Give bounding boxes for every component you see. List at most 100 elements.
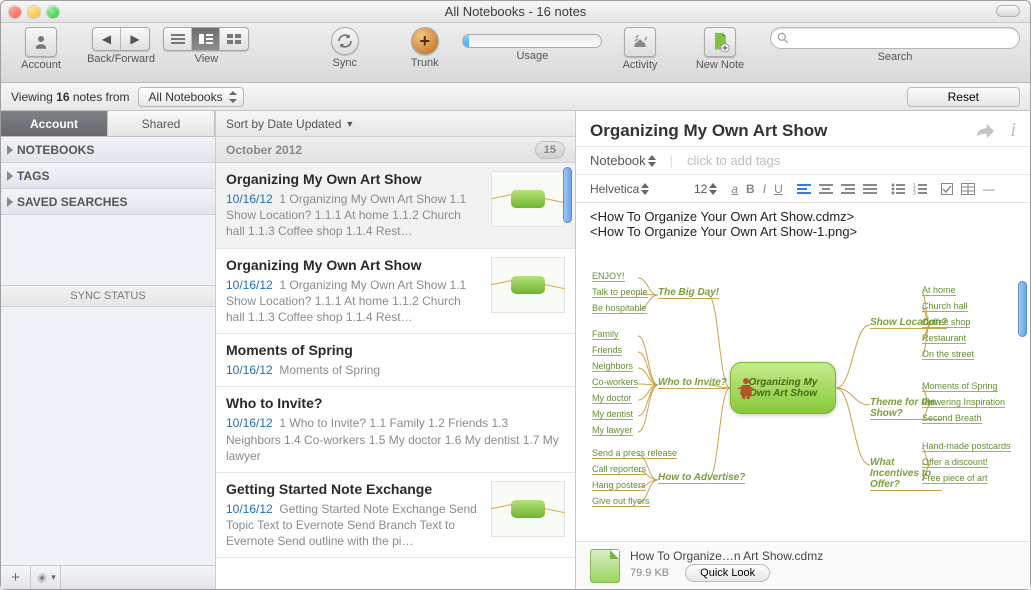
account-button[interactable]	[25, 27, 57, 57]
new-note-icon	[710, 31, 730, 53]
note-body[interactable]: <How To Organize Your Own Art Show.cdmz>…	[576, 203, 1030, 541]
attachment-ref-line: <How To Organize Your Own Art Show.cdmz>	[590, 209, 1016, 224]
settings-button[interactable]: ▾	[31, 566, 61, 589]
note-item-title: Moments of Spring	[226, 342, 565, 358]
filter-prefix: Viewing 16 notes from	[11, 90, 130, 104]
mindmap-image: Organizing My Own Art Show The Big Day!E…	[590, 247, 990, 527]
note-list-item[interactable]: Moments of Spring10/16/12 Moments of Spr…	[216, 334, 575, 387]
mindmap-leaf: Be hospitable	[592, 303, 647, 314]
table-button[interactable]	[961, 183, 975, 195]
info-button[interactable]: i	[1010, 119, 1016, 142]
font-size-selector[interactable]: 12	[694, 182, 717, 196]
mindmap-leaf: Friends	[592, 345, 622, 356]
attachment-bar: How To Organize…n Art Show.cdmz 79.9 KB …	[576, 541, 1030, 589]
align-justify-button[interactable]	[863, 184, 877, 194]
mindmap-leaf: Church hall	[922, 301, 968, 312]
number-list-button[interactable]: 123	[913, 183, 927, 195]
new-note-button[interactable]	[704, 27, 736, 57]
bold-button[interactable]: B	[746, 182, 755, 196]
share-button[interactable]	[974, 122, 996, 140]
mindmap-branch: Who to Invite?	[658, 377, 727, 389]
sidebar-tab-account[interactable]: Account	[1, 111, 108, 137]
mindmap-leaf: Offer a discount!	[922, 457, 988, 468]
tags-input[interactable]: click to add tags	[687, 153, 780, 168]
font-selector[interactable]: Helvetica	[590, 182, 680, 196]
mindmap-leaf: Hang posters	[592, 480, 646, 491]
toolbar-trunk-label: Trunk	[411, 57, 439, 69]
view-thumbnail-button[interactable]	[220, 28, 248, 50]
back-forward-segment: ◀ ▶	[92, 27, 150, 51]
mindmap-leaf: Flowering Inspiration	[922, 397, 1005, 408]
underline-button[interactable]: U	[774, 182, 783, 196]
note-list-item[interactable]: Organizing My Own Art Show10/16/12 1 Org…	[216, 163, 575, 249]
view-snippet-button[interactable]	[192, 28, 220, 50]
format-bar: Helvetica 12 a B I U 123	[576, 175, 1030, 203]
list-scrollbar[interactable]	[563, 167, 572, 223]
sync-status-header[interactable]: SYNC STATUS	[1, 285, 215, 307]
sidebar-notebooks-header[interactable]: NOTEBOOKS	[1, 137, 215, 163]
person-icon	[736, 376, 756, 400]
notebook-selector[interactable]: Notebook	[590, 153, 656, 168]
note-item-title: Organizing My Own Art Show	[226, 257, 481, 273]
back-button[interactable]: ◀	[93, 28, 121, 50]
note-list-item[interactable]: Organizing My Own Art Show10/16/12 1 Org…	[216, 249, 575, 335]
editor-scrollbar[interactable]	[1018, 281, 1027, 337]
note-list-item[interactable]: Getting Started Note Exchange10/16/12 Ge…	[216, 473, 575, 559]
hr-button[interactable]: —	[983, 182, 993, 196]
mindmap-leaf: My lawyer	[592, 425, 633, 436]
mindmap-leaf: Talk to people	[592, 287, 648, 298]
disclosure-triangle-icon	[7, 145, 13, 155]
note-title[interactable]: Organizing My Own Art Show	[590, 121, 960, 141]
note-item-title: Organizing My Own Art Show	[226, 171, 481, 187]
align-right-button[interactable]	[841, 184, 855, 194]
trunk-button[interactable]: +	[411, 27, 439, 55]
sort-bar[interactable]: Sort by Date Updated▼	[216, 111, 575, 137]
toolbar-toggle-button[interactable]	[996, 5, 1020, 17]
toolbar-backfwd-label: Back/Forward	[87, 53, 155, 65]
view-list-button[interactable]	[164, 28, 192, 50]
gear-icon	[35, 571, 49, 585]
toolbar-usage-label: Usage	[516, 50, 548, 62]
bullet-list-button[interactable]	[891, 183, 905, 195]
mindmap-branch: How to Advertise?	[658, 472, 745, 484]
sidebar-saved-searches-header[interactable]: SAVED SEARCHES	[1, 189, 215, 215]
reset-button[interactable]: Reset	[907, 87, 1020, 107]
sidebar-tags-header[interactable]: TAGS	[1, 163, 215, 189]
note-list-item[interactable]: Who to Invite? 10/16/12 1 Who to Invite? …	[216, 387, 575, 473]
titlebar: All Notebooks - 16 notes	[1, 1, 1030, 23]
underline-alt-button[interactable]: a	[731, 182, 738, 196]
align-left-button[interactable]	[797, 184, 811, 194]
mindmap-leaf: Free piece of art	[922, 473, 988, 484]
activity-button[interactable]	[624, 27, 656, 57]
forward-button[interactable]: ▶	[121, 28, 149, 50]
note-item-thumbnail	[491, 481, 565, 537]
add-button[interactable]: +	[1, 566, 31, 589]
note-item-snippet: 10/16/12 1 Who to Invite? 1.1 Family 1.2…	[226, 415, 565, 464]
toolbar-newnote-label: New Note	[696, 59, 744, 71]
mindmap-leaf: ENJOY!	[592, 271, 625, 282]
view-segment	[163, 27, 249, 51]
share-icon	[974, 122, 996, 140]
mindmap-leaf: Give out flyers	[592, 496, 650, 507]
align-center-button[interactable]	[819, 184, 833, 194]
sync-icon	[336, 32, 354, 50]
attachment-ref-line: <How To Organize Your Own Art Show-1.png…	[590, 224, 1016, 239]
note-item-thumbnail	[491, 257, 565, 313]
search-input[interactable]	[770, 27, 1020, 49]
attachment-name: How To Organize…n Art Show.cdmz	[630, 549, 823, 565]
italic-button[interactable]: I	[763, 182, 766, 196]
quick-look-button[interactable]: Quick Look	[685, 564, 770, 582]
sidebar-tab-shared[interactable]: Shared	[108, 111, 215, 137]
disclosure-triangle-icon	[7, 171, 13, 181]
sync-button[interactable]	[331, 27, 359, 55]
notebook-filter-dropdown[interactable]: All Notebooks	[138, 87, 244, 107]
sidebar: Account Shared NOTEBOOKS TAGS SAVED SEAR…	[1, 111, 216, 589]
toolbar: Account ◀ ▶ Back/Forward View Sync +	[1, 23, 1030, 83]
checkbox-button[interactable]	[941, 183, 953, 195]
note-item-title: Who to Invite?	[226, 395, 565, 411]
mindmap-branch: The Big Day!	[658, 287, 719, 299]
usage-progress	[462, 34, 602, 48]
note-editor: Organizing My Own Art Show i Notebook | …	[576, 111, 1030, 589]
toolbar-sync-label: Sync	[333, 57, 357, 69]
toolbar-account-label: Account	[21, 59, 61, 71]
